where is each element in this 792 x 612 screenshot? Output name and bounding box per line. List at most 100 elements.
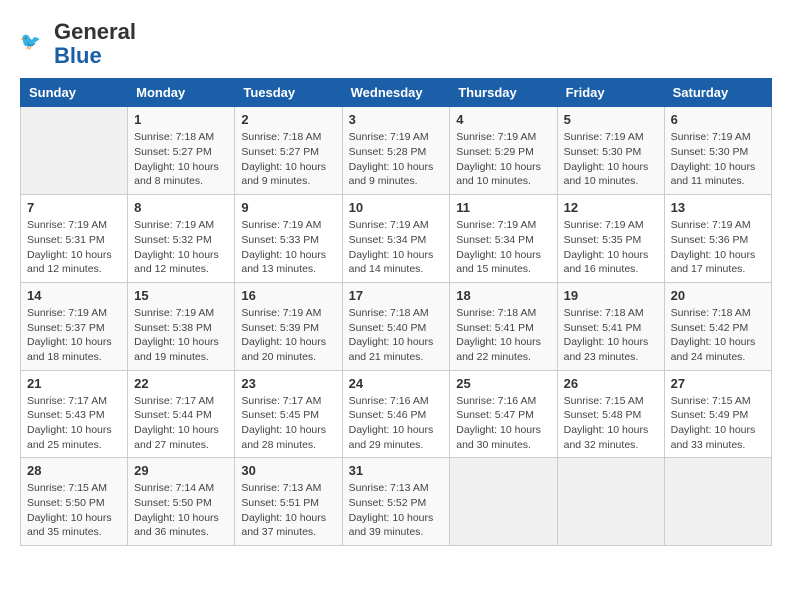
- day-number: 14: [27, 288, 121, 303]
- calendar-cell: 23 Sunrise: 7:17 AM Sunset: 5:45 PM Dayli…: [235, 370, 342, 458]
- day-info: Sunrise: 7:18 AM Sunset: 5:41 PM Dayligh…: [456, 306, 550, 365]
- calendar-table: SundayMondayTuesdayWednesdayThursdayFrid…: [20, 78, 772, 546]
- day-number: 29: [134, 463, 228, 478]
- day-info: Sunrise: 7:19 AM Sunset: 5:38 PM Dayligh…: [134, 306, 228, 365]
- day-number: 11: [456, 200, 550, 215]
- day-info: Sunrise: 7:18 AM Sunset: 5:42 PM Dayligh…: [671, 306, 765, 365]
- day-number: 5: [564, 112, 658, 127]
- day-number: 4: [456, 112, 550, 127]
- calendar-cell: 20Sunrise: 7:18 AM Sunset: 5:42 PM Dayli…: [664, 282, 771, 370]
- day-info: Sunrise: 7:19 AM Sunset: 5:32 PM Dayligh…: [134, 218, 228, 277]
- day-info: Sunrise: 7:16 AM Sunset: 5:47 PM Dayligh…: [456, 394, 550, 453]
- calendar-cell: 11 Sunrise: 7:19 AM Sunset: 5:34 PM Dayli…: [450, 195, 557, 283]
- svg-text:🐦: 🐦: [20, 32, 41, 51]
- calendar-cell: 5 Sunrise: 7:19 AM Sunset: 5:30 PM Daylig…: [557, 107, 664, 195]
- calendar-cell: [557, 458, 664, 546]
- day-info: Sunrise: 7:19 AM Sunset: 5:28 PM Dayligh…: [349, 130, 444, 189]
- day-number: 8: [134, 200, 228, 215]
- day-number: 6: [671, 112, 765, 127]
- day-info: Sunrise: 7:17 AM Sunset: 5:43 PM Dayligh…: [27, 394, 121, 453]
- calendar-cell: 22 Sunrise: 7:17 AM Sunset: 5:44 PM Dayli…: [128, 370, 235, 458]
- day-info: Sunrise: 7:19 AM Sunset: 5:30 PM Dayligh…: [671, 130, 765, 189]
- day-number: 12: [564, 200, 658, 215]
- calendar-cell: [21, 107, 128, 195]
- calendar-cell: 14Sunrise: 7:19 AM Sunset: 5:37 PM Dayli…: [21, 282, 128, 370]
- calendar-cell: 12Sunrise: 7:19 AM Sunset: 5:35 PM Dayli…: [557, 195, 664, 283]
- calendar-cell: 28 Sunrise: 7:15 AM Sunset: 5:50 PM Dayli…: [21, 458, 128, 546]
- day-info: Sunrise: 7:19 AM Sunset: 5:36 PM Dayligh…: [671, 218, 765, 277]
- day-info: Sunrise: 7:18 AM Sunset: 5:40 PM Dayligh…: [349, 306, 444, 365]
- calendar-cell: 3 Sunrise: 7:19 AM Sunset: 5:28 PM Daylig…: [342, 107, 450, 195]
- weekday-header-saturday: Saturday: [664, 79, 771, 107]
- calendar-cell: 24Sunrise: 7:16 AM Sunset: 5:46 PM Dayli…: [342, 370, 450, 458]
- day-info: Sunrise: 7:19 AM Sunset: 5:31 PM Dayligh…: [27, 218, 121, 277]
- day-info: Sunrise: 7:19 AM Sunset: 5:39 PM Dayligh…: [241, 306, 335, 365]
- day-number: 15: [134, 288, 228, 303]
- calendar-cell: 31 Sunrise: 7:13 AM Sunset: 5:52 PM Dayli…: [342, 458, 450, 546]
- day-number: 19: [564, 288, 658, 303]
- calendar-cell: 26 Sunrise: 7:15 AM Sunset: 5:48 PM Dayli…: [557, 370, 664, 458]
- day-number: 18: [456, 288, 550, 303]
- weekday-header-friday: Friday: [557, 79, 664, 107]
- week-row-4: 21 Sunrise: 7:17 AM Sunset: 5:43 PM Dayli…: [21, 370, 772, 458]
- calendar-cell: 16Sunrise: 7:19 AM Sunset: 5:39 PM Dayli…: [235, 282, 342, 370]
- day-info: Sunrise: 7:19 AM Sunset: 5:33 PM Dayligh…: [241, 218, 335, 277]
- week-row-5: 28 Sunrise: 7:15 AM Sunset: 5:50 PM Dayli…: [21, 458, 772, 546]
- weekday-header-tuesday: Tuesday: [235, 79, 342, 107]
- day-number: 31: [349, 463, 444, 478]
- calendar-cell: 27Sunrise: 7:15 AM Sunset: 5:49 PM Dayli…: [664, 370, 771, 458]
- day-info: Sunrise: 7:17 AM Sunset: 5:44 PM Dayligh…: [134, 394, 228, 453]
- weekday-header-monday: Monday: [128, 79, 235, 107]
- calendar-cell: 10 Sunrise: 7:19 AM Sunset: 5:34 PM Dayli…: [342, 195, 450, 283]
- day-info: Sunrise: 7:19 AM Sunset: 5:29 PM Dayligh…: [456, 130, 550, 189]
- day-number: 21: [27, 376, 121, 391]
- calendar-cell: 29Sunrise: 7:14 AM Sunset: 5:50 PM Dayli…: [128, 458, 235, 546]
- day-info: Sunrise: 7:16 AM Sunset: 5:46 PM Dayligh…: [349, 394, 444, 453]
- calendar-cell: [450, 458, 557, 546]
- calendar-cell: 13 Sunrise: 7:19 AM Sunset: 5:36 PM Dayli…: [664, 195, 771, 283]
- calendar-cell: 6 Sunrise: 7:19 AM Sunset: 5:30 PM Daylig…: [664, 107, 771, 195]
- calendar-cell: 15 Sunrise: 7:19 AM Sunset: 5:38 PM Dayli…: [128, 282, 235, 370]
- calendar-cell: 4 Sunrise: 7:19 AM Sunset: 5:29 PM Daylig…: [450, 107, 557, 195]
- day-number: 26: [564, 376, 658, 391]
- day-number: 28: [27, 463, 121, 478]
- day-info: Sunrise: 7:18 AM Sunset: 5:27 PM Dayligh…: [241, 130, 335, 189]
- day-number: 13: [671, 200, 765, 215]
- day-number: 1: [134, 112, 228, 127]
- day-info: Sunrise: 7:13 AM Sunset: 5:52 PM Dayligh…: [349, 481, 444, 540]
- weekday-header-thursday: Thursday: [450, 79, 557, 107]
- calendar-cell: 1 Sunrise: 7:18 AM Sunset: 5:27 PM Daylig…: [128, 107, 235, 195]
- weekday-header-wednesday: Wednesday: [342, 79, 450, 107]
- day-number: 22: [134, 376, 228, 391]
- day-info: Sunrise: 7:19 AM Sunset: 5:30 PM Dayligh…: [564, 130, 658, 189]
- day-info: Sunrise: 7:19 AM Sunset: 5:34 PM Dayligh…: [349, 218, 444, 277]
- day-number: 9: [241, 200, 335, 215]
- day-info: Sunrise: 7:18 AM Sunset: 5:41 PM Dayligh…: [564, 306, 658, 365]
- calendar-cell: 8 Sunrise: 7:19 AM Sunset: 5:32 PM Daylig…: [128, 195, 235, 283]
- day-info: Sunrise: 7:18 AM Sunset: 5:27 PM Dayligh…: [134, 130, 228, 189]
- day-info: Sunrise: 7:17 AM Sunset: 5:45 PM Dayligh…: [241, 394, 335, 453]
- calendar-cell: 25 Sunrise: 7:16 AM Sunset: 5:47 PM Dayli…: [450, 370, 557, 458]
- calendar-cell: 2 Sunrise: 7:18 AM Sunset: 5:27 PM Daylig…: [235, 107, 342, 195]
- day-info: Sunrise: 7:15 AM Sunset: 5:48 PM Dayligh…: [564, 394, 658, 453]
- day-number: 25: [456, 376, 550, 391]
- week-row-3: 14Sunrise: 7:19 AM Sunset: 5:37 PM Dayli…: [21, 282, 772, 370]
- calendar-cell: 9 Sunrise: 7:19 AM Sunset: 5:33 PM Daylig…: [235, 195, 342, 283]
- day-number: 10: [349, 200, 444, 215]
- week-row-1: 1 Sunrise: 7:18 AM Sunset: 5:27 PM Daylig…: [21, 107, 772, 195]
- calendar-cell: 19 Sunrise: 7:18 AM Sunset: 5:41 PM Dayli…: [557, 282, 664, 370]
- day-info: Sunrise: 7:15 AM Sunset: 5:50 PM Dayligh…: [27, 481, 121, 540]
- day-number: 23: [241, 376, 335, 391]
- logo: 🐦 GeneralBlue: [20, 20, 136, 68]
- day-number: 3: [349, 112, 444, 127]
- page-header: 🐦 GeneralBlue: [20, 20, 772, 68]
- day-number: 30: [241, 463, 335, 478]
- day-number: 2: [241, 112, 335, 127]
- weekday-header-row: SundayMondayTuesdayWednesdayThursdayFrid…: [21, 79, 772, 107]
- day-info: Sunrise: 7:19 AM Sunset: 5:34 PM Dayligh…: [456, 218, 550, 277]
- calendar-cell: 21 Sunrise: 7:17 AM Sunset: 5:43 PM Dayli…: [21, 370, 128, 458]
- calendar-cell: 17Sunrise: 7:18 AM Sunset: 5:40 PM Dayli…: [342, 282, 450, 370]
- calendar-cell: 7Sunrise: 7:19 AM Sunset: 5:31 PM Daylig…: [21, 195, 128, 283]
- weekday-header-sunday: Sunday: [21, 79, 128, 107]
- week-row-2: 7Sunrise: 7:19 AM Sunset: 5:31 PM Daylig…: [21, 195, 772, 283]
